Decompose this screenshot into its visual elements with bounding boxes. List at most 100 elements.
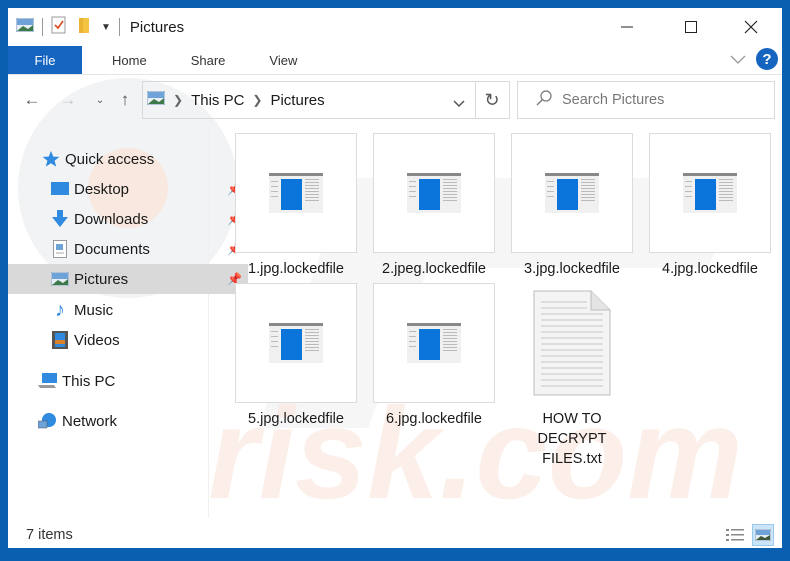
file-item[interactable]: 6.jpg.lockedfile [364, 283, 504, 429]
file-name: 6.jpg.lockedfile [386, 411, 482, 427]
large-icons-view-icon [755, 529, 771, 541]
sidebar-item-quick-access[interactable]: Quick access [8, 144, 239, 174]
file-thumbnail [235, 133, 357, 253]
file-item[interactable]: 3.jpg.lockedfile [502, 133, 642, 279]
file-name-line: DECRYPT [537, 431, 607, 447]
sidebar-item-network[interactable]: Network [8, 406, 236, 436]
arrow-right-icon: → [59, 90, 77, 109]
breadcrumb-separator-icon: ❯ [252, 93, 263, 107]
chevron-down-icon [453, 100, 465, 108]
properties-icon[interactable] [51, 16, 67, 39]
sidebar-item-this-pc[interactable]: This PC [8, 366, 236, 396]
tab-view[interactable]: View [247, 46, 319, 74]
maximize-icon [685, 21, 697, 33]
file-list: 1.jpg.lockedfile 2.jpeg.lockedfile 3.jpg… [209, 128, 782, 518]
search-placeholder: Search Pictures [562, 92, 665, 108]
sidebar-item-label: Pictures [74, 270, 129, 288]
file-name: 4.jpg.lockedfile [662, 261, 758, 277]
ribbon-tabs: File Home Share View ? [8, 46, 782, 75]
file-thumbnail [373, 133, 495, 253]
help-icon: ? [762, 50, 772, 68]
customize-toolbar-dropdown-icon[interactable]: ▼ [101, 22, 111, 33]
status-bar: 7 items [8, 522, 782, 548]
file-item[interactable]: 5.jpg.lockedfile [226, 283, 366, 429]
large-icons-view-button[interactable] [752, 524, 774, 546]
minimize-button[interactable] [604, 8, 650, 46]
search-icon [536, 89, 552, 111]
file-item[interactable]: HOW TO DECRYPT FILES.txt [502, 283, 642, 469]
chevron-down-icon: ⌄ [95, 94, 105, 106]
file-name: 3.jpg.lockedfile [524, 261, 620, 277]
refresh-button[interactable]: ↻ [475, 81, 510, 119]
arrow-up-icon: ↑ [120, 90, 130, 109]
image-file-icon [683, 173, 737, 213]
file-thumbnail [235, 283, 357, 403]
expand-ribbon-button[interactable] [730, 52, 746, 70]
file-name-line: FILES.txt [542, 451, 602, 467]
tab-file[interactable]: File [8, 46, 82, 74]
close-button[interactable] [728, 8, 774, 46]
minimize-icon [621, 26, 633, 28]
refresh-icon: ↻ [484, 89, 500, 110]
file-explorer-window: risk.com ▼ Pictures File Home Share View… [8, 8, 782, 548]
breadcrumb-separator-icon: ❯ [173, 93, 184, 107]
star-icon [41, 149, 61, 169]
sidebar-item-label: This PC [62, 372, 116, 390]
videos-icon [50, 330, 70, 350]
help-button[interactable]: ? [756, 48, 778, 70]
music-icon: ♪ [55, 298, 65, 321]
navigation-pane: Quick access Desktop 📌 Downloads 📌 Docum… [8, 128, 248, 518]
file-item[interactable]: 2.jpeg.lockedfile [364, 133, 504, 279]
pictures-folder-icon [15, 17, 35, 37]
back-button[interactable]: ← [22, 90, 42, 110]
title-bar: ▼ Pictures [8, 8, 782, 46]
documents-icon [50, 239, 70, 259]
arrow-left-icon: ← [23, 90, 41, 109]
image-file-icon [545, 173, 599, 213]
breadcrumb-pictures[interactable]: Pictures [270, 92, 324, 109]
sidebar-item-label: Documents [74, 240, 150, 258]
file-item[interactable]: 4.jpg.lockedfile [640, 133, 780, 279]
file-item[interactable]: 1.jpg.lockedfile [226, 133, 366, 279]
file-name: 5.jpg.lockedfile [248, 411, 344, 427]
tab-share[interactable]: Share [169, 46, 248, 74]
search-input[interactable]: Search Pictures [517, 81, 775, 119]
chevron-down-icon [730, 55, 746, 64]
address-bar[interactable]: ❯ This PC ❯ Pictures [142, 81, 476, 119]
address-history-dropdown[interactable] [453, 95, 465, 113]
download-icon [50, 209, 70, 229]
sidebar-item-label: Quick access [65, 150, 155, 168]
sidebar-item-label: Videos [74, 331, 120, 349]
file-thumbnail [649, 133, 771, 253]
details-view-icon [726, 529, 744, 541]
window-title: Pictures [129, 18, 185, 36]
file-name: HOW TO DECRYPT FILES.txt [502, 409, 642, 469]
file-thumbnail [373, 283, 495, 403]
sidebar-item-label: Desktop [74, 180, 130, 198]
quick-access-toolbar: ▼ Pictures [8, 8, 184, 46]
sidebar-item-label: Downloads [74, 210, 149, 228]
close-icon [744, 20, 758, 34]
image-file-icon [407, 173, 461, 213]
recent-locations-button[interactable]: ⌄ [90, 90, 110, 110]
desktop-icon [50, 179, 70, 199]
file-thumbnail [511, 283, 633, 403]
pictures-icon [50, 269, 70, 289]
up-button[interactable]: ↑ [115, 90, 135, 110]
details-view-button[interactable] [724, 524, 746, 546]
pictures-location-icon [146, 90, 166, 110]
text-file-icon [533, 290, 611, 396]
new-folder-icon[interactable] [77, 16, 91, 39]
sidebar-item-label: Network [62, 412, 118, 430]
item-count: 7 items [26, 527, 73, 543]
maximize-button[interactable] [668, 8, 714, 46]
breadcrumb-this-pc[interactable]: This PC [191, 92, 244, 109]
tab-home[interactable]: Home [82, 46, 169, 74]
sidebar-item-label: Music [74, 301, 114, 319]
file-thumbnail [511, 133, 633, 253]
navigation-bar: ← → ⌄ ↑ ❯ This PC ❯ Pictures ↻ Search Pi… [8, 80, 782, 120]
image-file-icon [407, 323, 461, 363]
file-name: 2.jpeg.lockedfile [382, 261, 486, 277]
forward-button[interactable]: → [58, 90, 78, 110]
image-file-icon [269, 323, 323, 363]
